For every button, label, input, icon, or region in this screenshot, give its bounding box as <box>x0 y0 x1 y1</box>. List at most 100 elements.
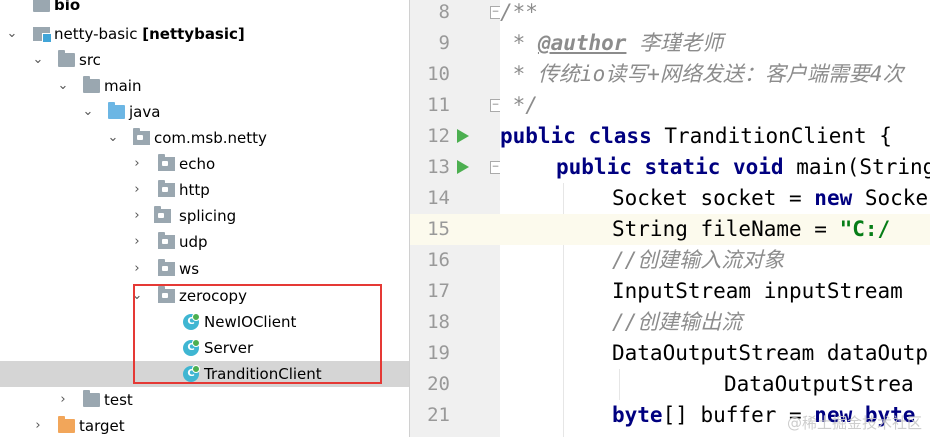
code-text: DataOutputStream dataOutp <box>612 341 929 365</box>
line-number: 14 <box>427 187 450 209</box>
tree-item-label: splicing <box>179 207 237 225</box>
chevron-right-icon[interactable]: › <box>32 413 44 437</box>
tree-item-bio[interactable]: bio <box>0 0 409 18</box>
gutter-line: 15 <box>410 214 500 245</box>
comment-text: */ <box>500 93 538 117</box>
code-text: Socke <box>852 186 929 210</box>
code-line-11: */ <box>500 90 930 121</box>
chevron-right-icon[interactable]: › <box>131 256 143 282</box>
chevron-right-icon[interactable]: › <box>131 151 143 177</box>
tree-item-splicing[interactable]: › splicing <box>0 203 409 229</box>
chevron-right-icon[interactable]: › <box>57 387 69 413</box>
tree-item-target[interactable]: › target <box>0 413 409 437</box>
code-text: InputStream inputStream <box>612 279 903 303</box>
source-folder-icon <box>108 102 125 119</box>
tree-item-label: udp <box>179 233 208 251</box>
code-line-16: //创建输入流对象 <box>500 245 930 276</box>
code-line-17: InputStream inputStream <box>500 276 930 307</box>
tree-item-test[interactable]: › test <box>0 387 409 413</box>
tree-item-label: test <box>104 391 133 409</box>
package-icon <box>158 180 175 197</box>
tree-item-ws[interactable]: › ws <box>0 256 409 282</box>
tree-item-label: bio <box>54 0 81 14</box>
folder-icon <box>83 390 100 407</box>
comment-text: /** <box>500 0 538 24</box>
tree-item-package[interactable]: ⌄ com.msb.netty <box>0 125 409 151</box>
gutter-line: 16 <box>410 245 500 276</box>
comment-text: //创建输入流对象 <box>612 248 785 272</box>
string-literal: "C:/ <box>839 217 891 241</box>
line-number: 11 <box>427 94 450 116</box>
tree-item-label: ws <box>179 260 200 278</box>
chevron-down-icon[interactable]: ⌄ <box>82 99 94 125</box>
line-number: 9 <box>438 32 450 54</box>
tree-item-main[interactable]: ⌄ main <box>0 73 409 99</box>
line-number: 15 <box>427 218 450 240</box>
tree-item-label: netty-basic [nettybasic] <box>54 25 245 43</box>
gutter-line: 10 <box>410 59 500 90</box>
tree-item-label: main <box>104 77 142 95</box>
line-number: 19 <box>427 342 450 364</box>
code-line-9: * @author 李瑾老师 <box>500 28 930 59</box>
line-number: 21 <box>427 404 450 426</box>
package-icon <box>158 154 175 171</box>
package-icon <box>133 128 150 145</box>
gutter-line: 20 <box>410 369 500 400</box>
chevron-right-icon[interactable]: › <box>131 203 143 229</box>
line-number: 8 <box>438 1 450 23</box>
code-line-15: String fileName = "C:/ <box>500 214 930 245</box>
chevron-down-icon[interactable]: ⌄ <box>107 125 119 151</box>
tree-item-label: java <box>129 103 161 121</box>
tree-item-label: target <box>79 417 125 435</box>
run-icon[interactable] <box>457 160 469 174</box>
module-folder-icon <box>33 27 52 43</box>
chevron-down-icon[interactable]: ⌄ <box>57 73 69 99</box>
package-icon <box>158 232 175 249</box>
code-line-14: Socket socket = new Socke <box>500 183 930 214</box>
code-line-20: DataOutputStrea <box>500 369 930 400</box>
gutter-line: 12 <box>410 121 500 152</box>
comment-text: //创建输出流 <box>612 310 743 334</box>
code-text: String fileName = <box>612 217 840 241</box>
line-number: 13 <box>427 156 450 178</box>
doc-tag: @author <box>537 31 627 55</box>
code-line-13: public static void main(String <box>500 152 930 183</box>
folder-icon <box>58 50 75 67</box>
code-line-10: * 传统io读写+网络发送：客户端需要4次 <box>500 59 930 90</box>
chevron-down-icon[interactable]: ⌄ <box>32 47 44 73</box>
code-text: DataOutputStrea <box>724 372 914 396</box>
chevron-right-icon[interactable]: › <box>131 177 143 203</box>
keyword: public static void <box>556 155 784 179</box>
tree-item-netty-basic[interactable]: ⌄ netty-basic [nettybasic] <box>0 21 409 47</box>
line-number: 20 <box>427 373 450 395</box>
project-tree: bio ⌄ netty-basic [nettybasic] ⌄ src ⌄ m… <box>0 0 409 437</box>
code-text: Socket socket = <box>612 186 815 210</box>
tree-item-label: com.msb.netty <box>154 129 267 147</box>
line-number: 12 <box>427 125 450 147</box>
gutter-line: 8− <box>410 0 501 28</box>
tree-item-label: echo <box>179 155 216 173</box>
tree-item-java[interactable]: ⌄ java <box>0 99 409 125</box>
gutter-line: 17 <box>410 276 500 307</box>
gutter-line: 19 <box>410 338 500 369</box>
tree-item-src[interactable]: ⌄ src <box>0 47 409 73</box>
run-icon[interactable] <box>457 129 469 143</box>
tree-item-echo[interactable]: › echo <box>0 151 409 177</box>
editor-gutter: 8− 9 10 11− 12 13− 14 15 16 17 18 19 20 … <box>410 0 501 437</box>
line-number: 10 <box>427 63 450 85</box>
tree-item-udp[interactable]: › udp <box>0 229 409 255</box>
keyword: new <box>814 186 853 210</box>
chevron-down-icon[interactable]: ⌄ <box>6 21 18 47</box>
gutter-line: 18 <box>410 307 500 338</box>
tree-item-http[interactable]: › http <box>0 177 409 203</box>
line-number: 17 <box>427 280 450 302</box>
package-icon <box>154 206 171 223</box>
line-number: 18 <box>427 311 450 333</box>
chevron-right-icon[interactable]: › <box>131 229 143 255</box>
highlight-box <box>133 284 382 384</box>
gutter-line: 9 <box>410 28 500 59</box>
comment-text: * 传统io读写+网络发送：客户端需要4次 <box>500 62 904 86</box>
code-editor[interactable]: /** * @author 李瑾老师 * 传统io读写+网络发送：客户端需要4次… <box>500 0 930 437</box>
tree-item-label: src <box>79 51 101 69</box>
tree-item-label: http <box>179 181 210 199</box>
